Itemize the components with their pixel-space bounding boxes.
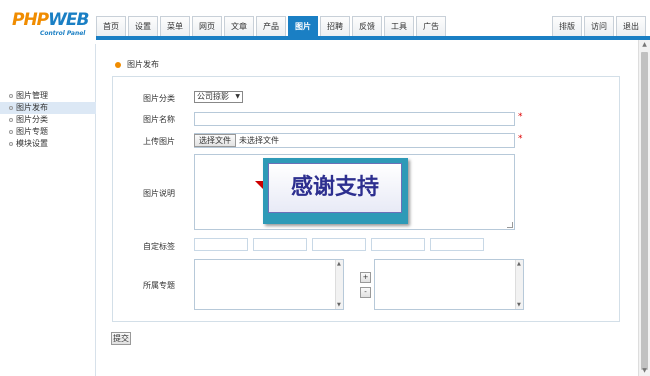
tag-input[interactable] xyxy=(253,238,307,251)
sidebar-menu: 图片管理图片发布图片分类图片专题模块设置 xyxy=(0,90,96,150)
sidebar: 图片管理图片发布图片分类图片专题模块设置 xyxy=(0,44,96,376)
remove-topic-button[interactable]: - xyxy=(360,287,371,298)
name-label: 图片名称 xyxy=(143,115,175,124)
tab-9[interactable]: 工具 xyxy=(384,16,414,36)
main-content: 图片发布 图片分类 公司掠影 ▼ 图片名称 * 上传图片 选择文件 未选择文件 *… xyxy=(97,40,638,376)
logo: PHPWEB Control Panel xyxy=(0,0,96,44)
scroll-up-icon: ▲ xyxy=(337,261,341,267)
resize-handle-icon[interactable] xyxy=(507,222,513,228)
scroll-down-icon[interactable]: ▼ xyxy=(639,366,650,376)
logo-text: PHPWEB xyxy=(12,10,89,30)
scroll-down-icon: ▼ xyxy=(337,302,341,308)
tab-8[interactable]: 反馈 xyxy=(352,16,382,36)
scroll-down-icon: ▼ xyxy=(517,302,521,308)
sidebar-item-label: 模块设置 xyxy=(16,139,48,148)
tab-10[interactable]: 广告 xyxy=(416,16,446,36)
description-label: 图片说明 xyxy=(143,189,175,198)
sidebar-item-4[interactable]: 模块设置 xyxy=(0,138,96,150)
tag-input[interactable] xyxy=(194,238,248,251)
list-scrollbar[interactable]: ▲ ▼ xyxy=(335,260,343,309)
tag-input[interactable] xyxy=(430,238,484,251)
circle-bullet-icon xyxy=(9,106,13,110)
category-select[interactable]: 公司掠影 ▼ xyxy=(194,91,243,103)
tab-2[interactable]: 菜单 xyxy=(160,16,190,36)
circle-bullet-icon xyxy=(9,142,13,146)
form-panel: 图片分类 公司掠影 ▼ 图片名称 * 上传图片 选择文件 未选择文件 * 图片说明… xyxy=(112,76,620,322)
list-scrollbar[interactable]: ▲ ▼ xyxy=(515,260,523,309)
right-tab-1[interactable]: 访问 xyxy=(584,16,614,36)
right-tab-2[interactable]: 退出 xyxy=(616,16,646,36)
sidebar-item-2[interactable]: 图片分类 xyxy=(0,114,96,126)
tab-3[interactable]: 网页 xyxy=(192,16,222,36)
top-nav: 首页 设置 菜单 网页 文章 产品 图片 招聘 反馈 工具 广告 排版 访问 退出 xyxy=(96,0,650,36)
topic-label: 所属专题 xyxy=(143,281,175,290)
section-title: 图片发布 xyxy=(115,59,159,70)
sidebar-item-3[interactable]: 图片专题 xyxy=(0,126,96,138)
thanks-overlay-image: 感谢支持 xyxy=(263,158,408,224)
page-scrollbar[interactable]: ▲ ▼ xyxy=(638,40,650,376)
overlay-text: 感谢支持 xyxy=(268,163,402,213)
bullet-icon xyxy=(115,61,121,68)
required-mark: * xyxy=(518,134,523,144)
tab-0[interactable]: 首页 xyxy=(96,16,126,36)
circle-bullet-icon xyxy=(9,118,13,122)
topic-available-list[interactable]: ▲ ▼ xyxy=(194,259,344,310)
tags-label: 自定标签 xyxy=(143,242,175,251)
tag-input[interactable] xyxy=(312,238,366,251)
tab-5[interactable]: 产品 xyxy=(256,16,286,36)
scroll-thumb[interactable] xyxy=(641,52,648,370)
sidebar-item-1[interactable]: 图片发布 xyxy=(0,102,96,114)
tag-input[interactable] xyxy=(371,238,425,251)
tab-4[interactable]: 文章 xyxy=(224,16,254,36)
circle-bullet-icon xyxy=(9,130,13,134)
sidebar-item-label: 图片分类 xyxy=(16,115,48,124)
nav-right-tabs: 排版 访问 退出 xyxy=(552,16,648,36)
submit-button[interactable]: 提交 xyxy=(111,332,131,345)
tab-1[interactable]: 设置 xyxy=(128,16,158,36)
dropdown-caret-icon: ▼ xyxy=(235,93,240,100)
nav-tabs: 首页 设置 菜单 网页 文章 产品 图片 招聘 反馈 工具 广告 xyxy=(96,16,448,36)
sidebar-item-label: 图片专题 xyxy=(16,127,48,136)
circle-bullet-icon xyxy=(9,94,13,98)
required-mark: * xyxy=(518,112,523,122)
category-label: 图片分类 xyxy=(143,94,175,103)
right-tab-0[interactable]: 排版 xyxy=(552,16,582,36)
sidebar-item-label: 图片发布 xyxy=(16,103,48,112)
scroll-up-icon[interactable]: ▲ xyxy=(639,40,650,50)
sidebar-item-label: 图片管理 xyxy=(16,91,48,100)
tab-7[interactable]: 招聘 xyxy=(320,16,350,36)
logo-subtitle: Control Panel xyxy=(40,30,86,37)
add-topic-button[interactable]: + xyxy=(360,272,371,283)
sidebar-item-0[interactable]: 图片管理 xyxy=(0,90,96,102)
tab-6[interactable]: 图片 xyxy=(288,16,318,36)
topic-selected-list[interactable]: ▲ ▼ xyxy=(374,259,524,310)
file-status: 未选择文件 xyxy=(239,136,279,145)
upload-label: 上传图片 xyxy=(143,137,175,146)
scroll-up-icon: ▲ xyxy=(517,261,521,267)
name-input[interactable] xyxy=(194,112,515,126)
red-triangle-icon xyxy=(255,181,263,189)
choose-file-button[interactable]: 选择文件 xyxy=(194,134,236,147)
